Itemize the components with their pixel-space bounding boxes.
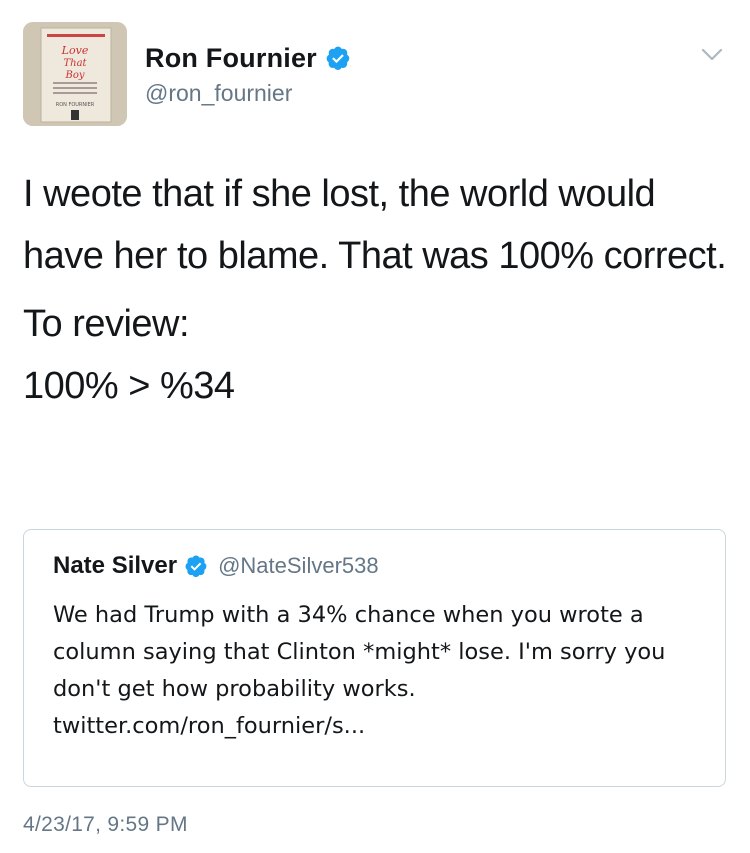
- tweet-paragraph-2-line-1: To review:: [23, 303, 190, 345]
- tweet-paragraph-2-line-2: 100% > %34: [23, 365, 235, 407]
- book-cover-image: Love That Boy RON FOURNIER: [23, 22, 127, 126]
- tweet-timestamp[interactable]: 4/23/17, 9:59 PM: [23, 813, 188, 837]
- book-author-text: RON FOURNIER: [56, 102, 95, 108]
- book-title-line2: That: [63, 58, 87, 69]
- quoted-tweet-text: We had Trump with a 34% chance when you …: [53, 602, 666, 739]
- verified-badge-icon: [185, 555, 207, 578]
- book-title-line1: Love: [61, 44, 89, 57]
- author-handle[interactable]: @ron_fournier: [145, 80, 351, 107]
- quoted-display-name: Nate Silver: [53, 552, 178, 579]
- display-name[interactable]: Ron Fournier: [145, 43, 317, 74]
- book-title-line3: Boy: [64, 70, 84, 81]
- chevron-down-icon[interactable]: [701, 48, 723, 62]
- tweet-header: Love That Boy RON FOURNIER Ron Fournier …: [23, 22, 727, 126]
- name-row: Ron Fournier: [145, 42, 351, 74]
- avatar[interactable]: Love That Boy RON FOURNIER: [23, 22, 127, 126]
- quoted-tweet-header: Nate Silver @NateSilver538: [53, 552, 379, 580]
- tweet-paragraph-1: I weote that if she lost, the world woul…: [23, 173, 727, 277]
- tweet-text: I weote that if she lost, the world woul…: [23, 163, 727, 417]
- quoted-tweet-card[interactable]: Nate Silver @NateSilver538 We had Trump …: [23, 529, 726, 787]
- verified-badge-icon: [326, 46, 350, 71]
- quoted-handle: @NateSilver538: [218, 553, 379, 578]
- author-block: Ron Fournier @ron_fournier: [145, 42, 351, 107]
